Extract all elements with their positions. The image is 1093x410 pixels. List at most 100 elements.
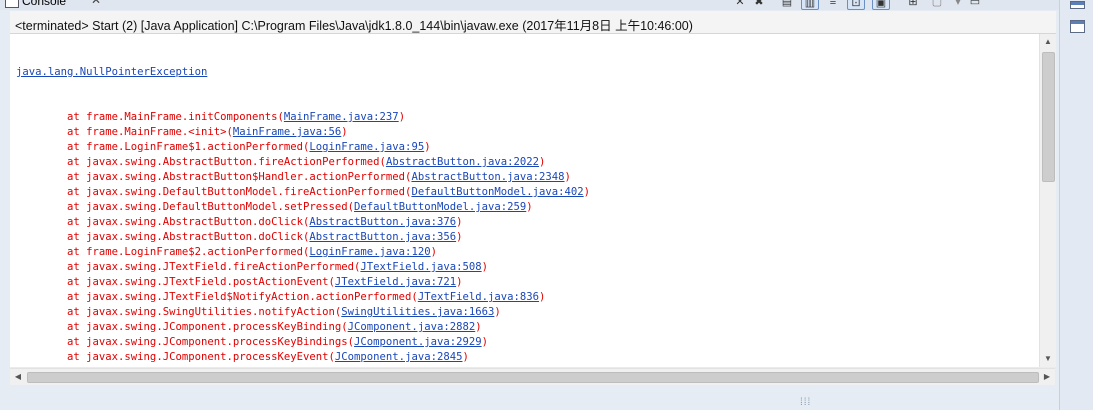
stack-frame-close: ) xyxy=(398,111,406,123)
stack-frame-close: ) xyxy=(456,231,463,243)
chevron-down-icon[interactable]: ▾ xyxy=(950,0,966,8)
stack-frame-close: ) xyxy=(456,216,463,228)
source-link[interactable]: LoginFrame.java:95 xyxy=(309,141,424,153)
source-link[interactable]: JTextField.java:721 xyxy=(335,276,456,288)
horizontal-scrollbar[interactable]: ◀ ▶ xyxy=(10,368,1055,385)
stack-frame-close: ) xyxy=(481,336,488,348)
stack-frame-line: at frame.LoginFrame$2.actionPerformed(Lo… xyxy=(16,245,590,260)
source-link[interactable]: JTextField.java:508 xyxy=(360,261,481,273)
stack-frame-line: at javax.swing.JComponent.processKeyBind… xyxy=(16,320,590,335)
stack-frame-text: at java.awt.Component.processEvent( xyxy=(16,366,290,367)
source-link[interactable]: SwingUtilities.java:1663 xyxy=(341,306,494,318)
new-console-icon[interactable]: ▢ xyxy=(929,0,945,8)
stack-frame-text: at javax.swing.AbstractButton.fireAction… xyxy=(16,156,386,168)
stack-frame-text: at frame.MainFrame.initComponents( xyxy=(16,111,284,123)
stack-frame-line: at frame.MainFrame.<init>(MainFrame.java… xyxy=(16,125,590,140)
open-console-icon[interactable]: ⊞ xyxy=(905,0,921,8)
console-lines: java.lang.NullPointerException at frame.… xyxy=(16,35,590,367)
source-link[interactable]: MainFrame.java:237 xyxy=(284,111,399,123)
stack-frame-text: at frame.LoginFrame$1.actionPerformed( xyxy=(16,141,310,153)
word-wrap-icon[interactable]: ≡ xyxy=(825,0,841,8)
stack-frame-text: at javax.swing.DefaultButtonModel.setPre… xyxy=(16,201,355,213)
scroll-down-icon[interactable]: ▼ xyxy=(1040,351,1056,367)
stack-frame-line: at javax.swing.JComponent.processKeyEven… xyxy=(16,350,590,365)
stack-frame-text: at javax.swing.AbstractButton$Handler.ac… xyxy=(16,171,412,183)
source-link[interactable]: MainFrame.java:56 xyxy=(233,126,341,138)
stack-frame-text: at javax.swing.JTextField$NotifyAction.a… xyxy=(16,291,418,303)
source-link[interactable]: DefaultButtonModel.java:402 xyxy=(411,186,583,198)
stack-frame-text: at javax.swing.JTextField.fireActionPerf… xyxy=(16,261,361,273)
stack-frame-close: ) xyxy=(564,171,571,183)
source-link[interactable]: JComponent.java:2845 xyxy=(335,351,463,363)
source-link[interactable]: AbstractButton.java:376 xyxy=(309,216,456,228)
process-description: <terminated> Start (2) [Java Application… xyxy=(15,19,693,33)
remove-all-icon[interactable]: ✖ xyxy=(751,0,767,8)
scroll-lock-icon[interactable]: ▥ xyxy=(801,0,819,10)
restore-icon[interactable] xyxy=(1070,1,1085,9)
clear-console-icon[interactable]: ▤ xyxy=(779,0,795,8)
stack-frame-line: at javax.swing.AbstractButton.fireAction… xyxy=(16,155,590,170)
stack-frame-text: at javax.swing.JComponent.processKeyBind… xyxy=(16,321,348,333)
stack-frame-line: at javax.swing.JTextField$NotifyAction.a… xyxy=(16,290,590,305)
stack-frame-close: ) xyxy=(583,186,591,198)
stack-frame-line: at javax.swing.DefaultButtonModel.fireAc… xyxy=(16,185,590,200)
stack-frame-close: ) xyxy=(481,261,488,273)
stack-frame-close: ) xyxy=(539,156,546,168)
stack-frame-close: ) xyxy=(456,276,463,288)
stack-frame-close: ) xyxy=(341,126,348,138)
stack-frame-line: at javax.swing.JTextField.postActionEven… xyxy=(16,275,590,290)
maximize-icon[interactable] xyxy=(1070,20,1085,33)
console-header: <terminated> Start (2) [Java Application… xyxy=(10,11,1056,34)
stack-frame-text: at frame.MainFrame.<init>( xyxy=(16,126,233,138)
stack-frame-line: at javax.swing.JTextField.fireActionPerf… xyxy=(16,260,590,275)
stack-frame-line: at javax.swing.AbstractButton.doClick(Ab… xyxy=(16,215,590,230)
stack-frame-text: at javax.swing.JComponent.processKeyBind… xyxy=(16,336,355,348)
source-link[interactable]: AbstractButton.java:2022 xyxy=(386,156,539,168)
stack-frame-line: at javax.swing.AbstractButton.doClick(Ab… xyxy=(16,230,590,245)
stack-frame-text: at javax.swing.DefaultButtonModel.fireAc… xyxy=(16,186,412,198)
stack-frame-close: ) xyxy=(462,351,469,363)
source-link[interactable]: JComponent.java:2929 xyxy=(354,336,482,348)
stack-frame-line: at frame.MainFrame.initComponents(MainFr… xyxy=(16,110,590,125)
source-link[interactable]: AbstractButton.java:2348 xyxy=(411,171,564,183)
stack-frame-close: ) xyxy=(539,291,546,303)
source-link[interactable]: JComponent.java:2882 xyxy=(348,321,476,333)
scroll-up-icon[interactable]: ▲ xyxy=(1040,34,1056,50)
stack-frame-close: ) xyxy=(430,246,437,258)
stack-frame-line: at frame.LoginFrame$1.actionPerformed(Lo… xyxy=(16,140,590,155)
vertical-scrollbar[interactable]: ▲ ▼ xyxy=(1039,34,1056,367)
horizontal-scroll-thumb[interactable] xyxy=(27,372,1039,383)
scroll-left-icon[interactable]: ◀ xyxy=(10,369,26,385)
stack-frame-close: ) xyxy=(424,141,431,153)
view-tab-bar: Console ✕ ✕ ✖ ▤ ▥ ≡ ⊡ ▣ ⊞ ▢ ▾ ▭ xyxy=(0,0,1093,10)
console-tab-title[interactable]: Console xyxy=(22,0,66,8)
stack-frame-close: ) xyxy=(494,306,501,318)
display-selected-console-icon[interactable]: ▣ xyxy=(872,0,890,10)
source-link[interactable]: DefaultButtonModel.java:259 xyxy=(354,201,526,213)
stack-frame-line: at javax.swing.JComponent.processKeyBind… xyxy=(16,335,590,350)
stack-frame-close: ) xyxy=(411,366,417,367)
stack-frame-text: at frame.LoginFrame$2.actionPerformed( xyxy=(16,246,310,258)
view-menu-icon[interactable]: ▭ xyxy=(967,0,983,8)
console-output[interactable]: java.lang.NullPointerException at frame.… xyxy=(10,34,1039,367)
stack-frame-text: at javax.swing.JComponent.processKeyEven… xyxy=(16,351,335,363)
source-link[interactable]: JTextField.java:836 xyxy=(418,291,539,303)
stack-frame-line: at javax.swing.SwingUtilities.notifyActi… xyxy=(16,305,590,320)
stack-frame-text: at javax.swing.JTextField.postActionEven… xyxy=(16,276,335,288)
sash-grip[interactable]: ⁞⁞⁞ xyxy=(800,397,811,408)
vertical-scroll-thumb[interactable] xyxy=(1042,52,1055,182)
close-icon[interactable]: ✕ xyxy=(91,0,101,7)
stack-frame-text: at javax.swing.SwingUtilities.notifyActi… xyxy=(16,306,342,318)
pin-console-icon[interactable]: ⊡ xyxy=(847,0,865,10)
stack-frame-line: at javax.swing.AbstractButton$Handler.ac… xyxy=(16,170,590,185)
source-link[interactable]: LoginFrame.java:120 xyxy=(309,246,430,258)
source-link[interactable]: Component.java:6310 xyxy=(290,366,411,367)
stack-frame-text: at javax.swing.AbstractButton.doClick( xyxy=(16,216,310,228)
scroll-right-icon[interactable]: ▶ xyxy=(1039,369,1055,385)
source-link[interactable]: AbstractButton.java:356 xyxy=(309,231,456,243)
exception-link[interactable]: java.lang.NullPointerException xyxy=(16,66,207,78)
terminate-icon[interactable]: ✕ xyxy=(732,0,748,8)
stack-frame-line: at java.awt.Component.processEvent(Compo… xyxy=(16,365,590,367)
exception-line: java.lang.NullPointerException xyxy=(16,65,590,80)
stack-frame-text: at javax.swing.AbstractButton.doClick( xyxy=(16,231,310,243)
